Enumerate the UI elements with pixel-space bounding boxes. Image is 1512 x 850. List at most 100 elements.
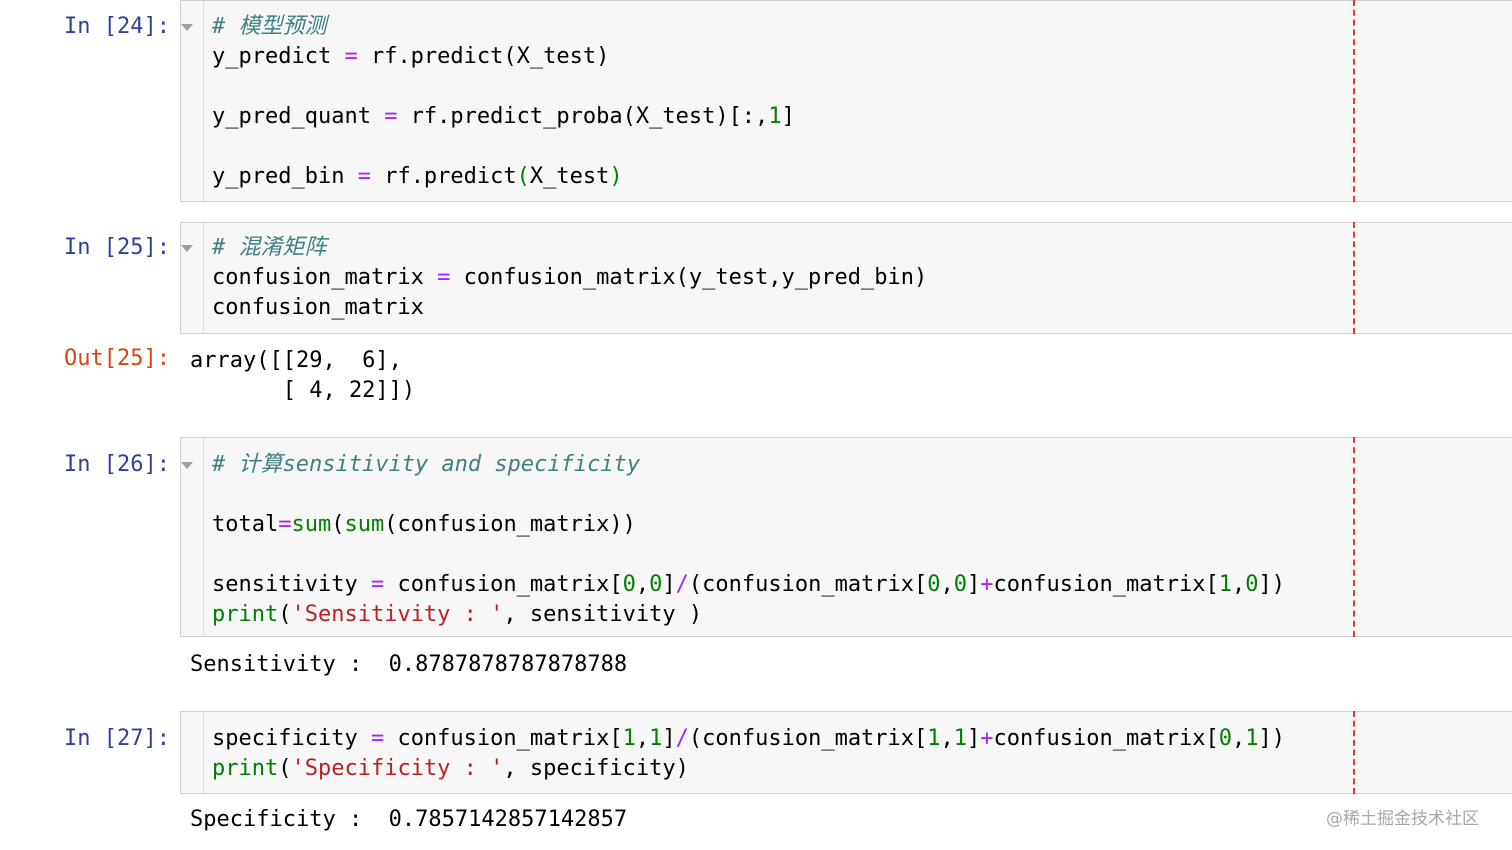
code-token: (confusion_matrix[ bbox=[688, 572, 928, 597]
code-token: X_test bbox=[529, 164, 610, 189]
code-line: y_pred_bin = rf.predict(X_test) bbox=[212, 162, 795, 192]
code-token: (confusion_matrix)) bbox=[384, 512, 636, 537]
code-token: 1 bbox=[768, 104, 782, 129]
cell-27-output: Specificity : 0.7857142857142857 bbox=[190, 807, 628, 832]
code-token: = bbox=[278, 512, 292, 537]
code-token: + bbox=[980, 726, 994, 751]
code-token: # 模型预测 bbox=[212, 14, 327, 39]
code-token: , bbox=[1231, 572, 1246, 597]
code-token: 'Specificity : ' bbox=[291, 756, 504, 781]
code-token: total bbox=[212, 512, 279, 537]
code-token: ] bbox=[781, 104, 795, 129]
code-token: sum bbox=[344, 512, 385, 537]
code-token: / bbox=[675, 726, 689, 751]
code-token: sum bbox=[291, 512, 332, 537]
cell-25-output-prompt: Out[25]: bbox=[64, 346, 170, 371]
code-token: confusion_matrix bbox=[212, 295, 424, 320]
code-token: 1 bbox=[927, 726, 941, 751]
code-line: print('Sensitivity : ', sensitivity ) bbox=[212, 600, 1285, 630]
code-token: y_pred_bin bbox=[212, 164, 358, 189]
code-token: = bbox=[384, 104, 398, 129]
watermark: @稀土掘金技术社区 bbox=[1326, 809, 1479, 829]
code-line: sensitivity = confusion_matrix[0,0]/(con… bbox=[212, 570, 1285, 600]
code-token: confusion_matrix[ bbox=[993, 572, 1219, 597]
code-token: specificity bbox=[212, 726, 371, 751]
code-token: ] bbox=[662, 572, 676, 597]
cell-25-prompt: In [25]: bbox=[64, 235, 170, 260]
code-token: 'Sensitivity : ' bbox=[291, 602, 504, 627]
code-token: confusion_matrix[ bbox=[384, 572, 623, 597]
code-token: rf.predict_proba(X_test)[:, bbox=[397, 104, 769, 129]
line-length-ruler bbox=[1353, 711, 1355, 794]
code-line: specificity = confusion_matrix[1,1]/(con… bbox=[212, 724, 1285, 754]
code-token: = bbox=[437, 265, 451, 290]
cell-25-code: # 混淆矩阵 confusion_matrix = confusion_matri… bbox=[212, 233, 927, 323]
code-line: y_pred_quant = rf.predict_proba(X_test)[… bbox=[212, 102, 795, 132]
code-token: + bbox=[980, 572, 994, 597]
cell-27-code: specificity = confusion_matrix[1,1]/(con… bbox=[212, 724, 1285, 784]
code-token: = bbox=[370, 726, 385, 751]
code-token: print bbox=[212, 756, 279, 781]
code-token: ] bbox=[967, 726, 981, 751]
code-token: , bbox=[940, 726, 954, 751]
code-token: confusion_matrix(y_test,y_pred_bin) bbox=[450, 265, 928, 290]
code-token: y_pred_quant bbox=[212, 104, 385, 129]
code-line: # 计算sensitivity and specificity bbox=[212, 450, 1285, 480]
code-token: , specificity) bbox=[503, 756, 689, 781]
code-token: , sensitivity ) bbox=[503, 602, 703, 627]
code-token: confusion_matrix[ bbox=[993, 726, 1219, 751]
code-token: 1 bbox=[1245, 726, 1259, 751]
cell-26-code: # 计算sensitivity and specificity total=sum… bbox=[212, 450, 1285, 630]
code-token: # 计算sensitivity and specificity bbox=[212, 452, 641, 477]
line-length-ruler bbox=[1353, 0, 1355, 202]
code-token: ]) bbox=[1258, 572, 1285, 597]
code-token: 0 bbox=[927, 572, 941, 597]
line-length-ruler bbox=[1353, 437, 1355, 637]
code-token: / bbox=[675, 572, 689, 597]
code-token: ( bbox=[516, 164, 530, 189]
code-token: , bbox=[940, 572, 954, 597]
code-token: ] bbox=[662, 726, 676, 751]
code-line: print('Specificity : ', specificity) bbox=[212, 754, 1285, 784]
code-line: confusion_matrix bbox=[212, 293, 927, 323]
cell-25-output: array([[29, 6], [ 4, 22]]) bbox=[190, 348, 416, 403]
cell-24-prompt: In [24]: bbox=[64, 14, 170, 39]
code-token: , bbox=[1231, 726, 1246, 751]
code-token: sensitivity bbox=[212, 572, 371, 597]
cell-24-code: # 模型预测 y_predict = rf.predict(X_test) y_pr… bbox=[212, 12, 795, 192]
code-token: ) bbox=[609, 164, 623, 189]
code-token: 1 bbox=[953, 726, 968, 751]
code-token: ( bbox=[278, 756, 292, 781]
code-token: ( bbox=[278, 602, 292, 627]
cell-27-prompt: In [27]: bbox=[64, 726, 170, 751]
code-token: 0 bbox=[1218, 726, 1232, 751]
collapse-arrow-icon[interactable] bbox=[181, 24, 193, 31]
code-token: , bbox=[635, 726, 650, 751]
code-token: = bbox=[357, 164, 371, 189]
code-token: ]) bbox=[1258, 726, 1285, 751]
code-token: rf.predict(X_test) bbox=[357, 44, 610, 69]
code-token: confusion_matrix[ bbox=[384, 726, 623, 751]
code-token: 0 bbox=[622, 572, 636, 597]
code-line: y_predict = rf.predict(X_test) bbox=[212, 42, 795, 72]
collapse-arrow-icon[interactable] bbox=[181, 245, 193, 252]
cell-26-output: Sensitivity : 0.8787878787878788 bbox=[190, 652, 628, 677]
code-token: = bbox=[370, 572, 385, 597]
code-token: 1 bbox=[622, 726, 636, 751]
cell-26-prompt: In [26]: bbox=[64, 452, 170, 477]
code-token: 0 bbox=[1245, 572, 1259, 597]
code-token: , bbox=[635, 572, 650, 597]
code-line: total=sum(sum(confusion_matrix)) bbox=[212, 510, 1285, 540]
code-token: = bbox=[344, 44, 358, 69]
code-token: confusion_matrix bbox=[212, 265, 438, 290]
code-token: ] bbox=[967, 572, 981, 597]
collapse-arrow-icon[interactable] bbox=[181, 462, 193, 469]
code-token: (confusion_matrix[ bbox=[688, 726, 928, 751]
code-token: rf.predict bbox=[370, 164, 517, 189]
code-token: ( bbox=[331, 512, 345, 537]
code-line: # 模型预测 bbox=[212, 12, 795, 42]
